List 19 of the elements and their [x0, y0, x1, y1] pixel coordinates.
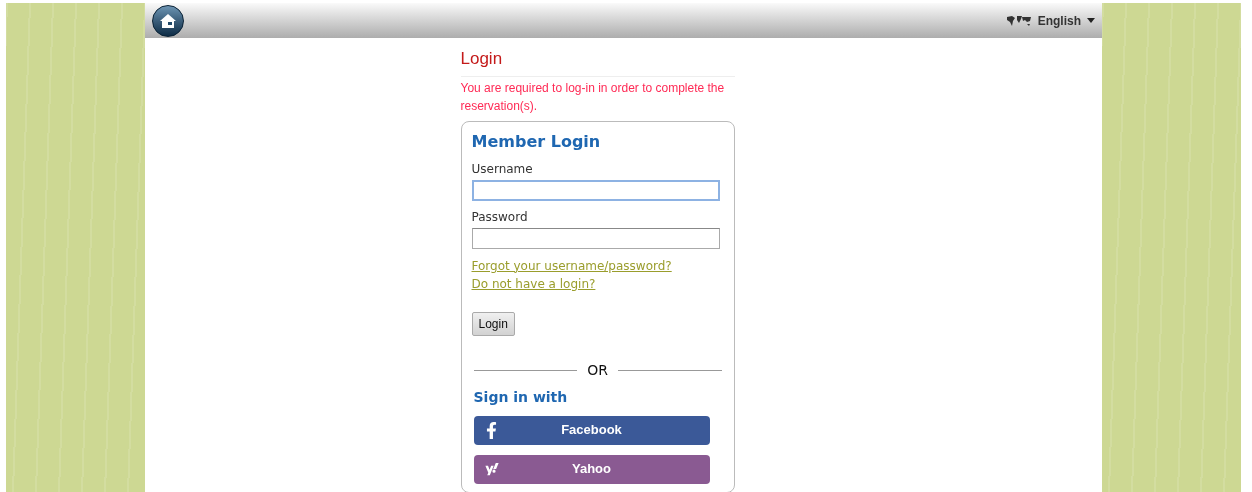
card-title: Member Login: [471, 130, 602, 153]
field-label: Password: [471, 209, 529, 226]
language-selector[interactable]: English: [1005, 11, 1095, 30]
yahoo-icon: [483, 462, 500, 476]
divider-text: OR: [587, 360, 608, 380]
login-button[interactable]: Login: [471, 311, 515, 336]
input-field[interactable]: [471, 179, 720, 201]
page-title: Login: [460, 46, 735, 77]
social-title: Sign in with: [473, 387, 569, 407]
login-notice: You are required to log-in in order to complete the reservation(s).: [460, 79, 726, 115]
home-icon: [159, 12, 177, 29]
caret-icon: [1087, 18, 1095, 23]
world-map-icon: [1005, 14, 1032, 27]
input-field[interactable]: [471, 228, 720, 249]
social-login-button[interactable]: Yahoo: [473, 454, 710, 484]
field-label: Username: [471, 160, 534, 178]
facebook-icon: [485, 421, 497, 439]
home-button[interactable]: [152, 4, 184, 37]
social-login-button[interactable]: Facebook: [473, 415, 710, 445]
